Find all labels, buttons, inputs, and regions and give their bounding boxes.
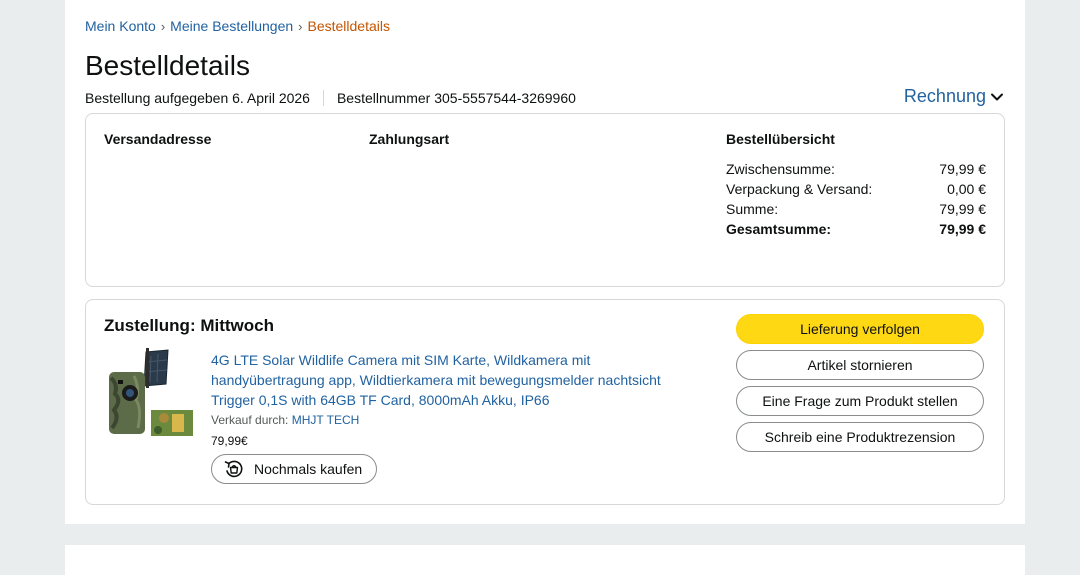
sum-row: Summe: 79,99 €	[726, 199, 986, 219]
breadcrumb-orders-link[interactable]: Meine Bestellungen	[170, 18, 293, 34]
product-title-link[interactable]: 4G LTE Solar Wildlife Camera mit SIM Kar…	[211, 350, 691, 410]
cancel-item-button[interactable]: Artikel stornieren	[736, 350, 984, 380]
page-title: Bestelldetails	[85, 50, 250, 81]
track-delivery-button[interactable]: Lieferung verfolgen	[736, 314, 984, 344]
shipping-label: Verpackung & Versand:	[726, 181, 873, 197]
order-summary-box: Versandadresse Zahlungsart Bestellübersi…	[85, 113, 1005, 287]
write-review-button[interactable]: Schreib eine Produktrezension	[736, 422, 984, 452]
breadcrumb: Mein Konto › Meine Bestellungen › Bestelldet…	[85, 18, 390, 34]
grand-total-value: 79,99 €	[939, 221, 986, 237]
order-number: Bestellnummer 305-5557544-3269960	[336, 90, 576, 106]
shipping-row: Verpackung & Versand: 0,00 €	[726, 179, 986, 199]
breadcrumb-separator: ›	[160, 19, 166, 34]
grand-total-row: Gesamtsumme: 79,99 €	[726, 219, 986, 239]
subtotal-row: Zwischensumme: 79,99 €	[726, 159, 986, 179]
grand-total-label: Gesamtsumme:	[726, 221, 832, 237]
order-meta: Bestellung aufgegeben 6. April 2026 Best…	[85, 90, 576, 106]
order-totals: Zwischensumme: 79,99 € Verpackung & Vers…	[726, 159, 986, 239]
subtotal-label: Zwischensumme:	[726, 161, 835, 177]
seller-info: Verkauf durch: MHJT TECH	[211, 413, 359, 427]
breadcrumb-account-link[interactable]: Mein Konto	[85, 18, 156, 34]
invoice-label: Rechnung	[903, 86, 986, 106]
product-price: 79,99€	[211, 434, 248, 448]
seller-link[interactable]: MHJT TECH	[292, 413, 360, 427]
breadcrumb-separator: ›	[298, 19, 303, 34]
delivery-box: Zustellung: Mittwoch 4G LTE Solar Wildli…	[85, 299, 1005, 505]
meta-divider	[322, 90, 324, 106]
buy-again-button[interactable]: Nochmals kaufen	[211, 454, 378, 484]
order-date: Bestellung aufgegeben 6. April 2026	[85, 90, 310, 106]
invoice-dropdown[interactable]: Rechnung	[904, 86, 1004, 107]
buy-again-icon	[224, 460, 243, 478]
subtotal-value: 79,99 €	[939, 161, 986, 177]
sum-value: 79,99 €	[939, 201, 986, 217]
sum-label: Summe:	[726, 201, 779, 217]
shipping-address-heading: Versandadresse	[104, 131, 212, 147]
payment-method-heading: Zahlungsart	[369, 131, 450, 147]
chevron-down-icon	[991, 93, 1003, 100]
order-overview-heading: Bestellübersicht	[726, 131, 835, 147]
ask-question-button[interactable]: Eine Frage zum Produkt stellen	[736, 386, 984, 416]
seller-prefix: Verkauf durch:	[211, 413, 289, 427]
next-section-panel	[65, 545, 1025, 575]
shipping-value: 0,00 €	[947, 181, 986, 197]
product-thumbnail[interactable]	[106, 348, 196, 440]
delivery-status-heading: Zustellung: Mittwoch	[104, 316, 274, 335]
breadcrumb-current: Bestelldetails	[307, 18, 391, 34]
order-details-panel: Mein Konto › Meine Bestellungen › Bestelldet…	[65, 0, 1025, 524]
buy-again-label: Nochmals kaufen	[254, 461, 363, 477]
